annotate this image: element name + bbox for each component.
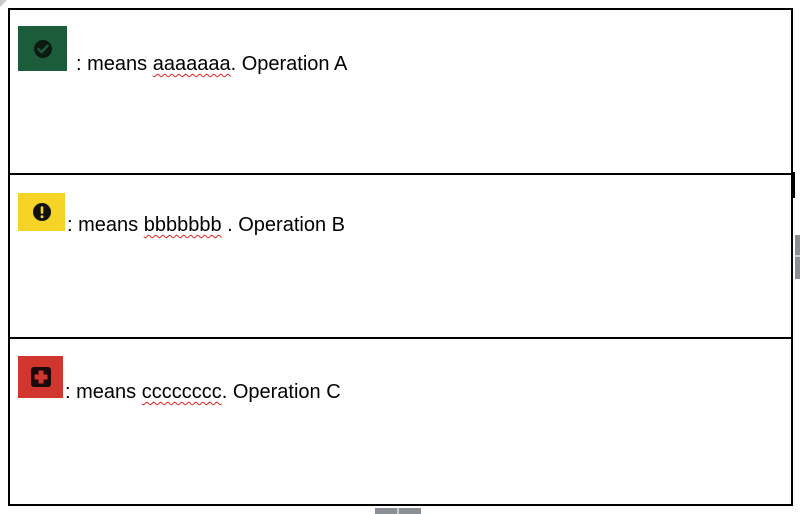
exclamation-circle-icon xyxy=(18,193,65,231)
legend-code: cccccccc xyxy=(141,381,222,403)
legend-table: : means aaaaaaa. Operation A : means bbb… xyxy=(8,8,793,506)
legend-suffix: . Operation A xyxy=(230,53,348,75)
legend-code: aaaaaaa xyxy=(152,53,231,75)
table-row: : means bbbbbbb . Operation B xyxy=(10,175,791,339)
legend-prefix: : means xyxy=(65,381,142,403)
table-row: : means aaaaaaa. Operation A xyxy=(10,10,791,175)
legend-prefix: : means xyxy=(67,214,144,236)
table-resize-handle-right[interactable] xyxy=(795,235,800,279)
medical-cross-icon xyxy=(18,356,63,398)
legend-suffix: . Operation C xyxy=(221,381,341,403)
legend-text: : means aaaaaaa. Operation A xyxy=(76,52,347,76)
legend-suffix: . Operation B xyxy=(221,214,345,236)
legend-code: bbbbbbb xyxy=(143,214,222,236)
row-end-marker xyxy=(792,172,795,198)
table-move-handle-icon[interactable] xyxy=(0,0,7,7)
table-resize-handle-bottom[interactable] xyxy=(375,508,421,514)
check-circle-icon xyxy=(18,26,67,71)
table-row: : means cccccccc. Operation C xyxy=(10,339,791,506)
legend-text: : means bbbbbbb . Operation B xyxy=(67,213,345,237)
legend-text: : means cccccccc. Operation C xyxy=(65,380,341,404)
legend-prefix: : means xyxy=(76,53,153,75)
